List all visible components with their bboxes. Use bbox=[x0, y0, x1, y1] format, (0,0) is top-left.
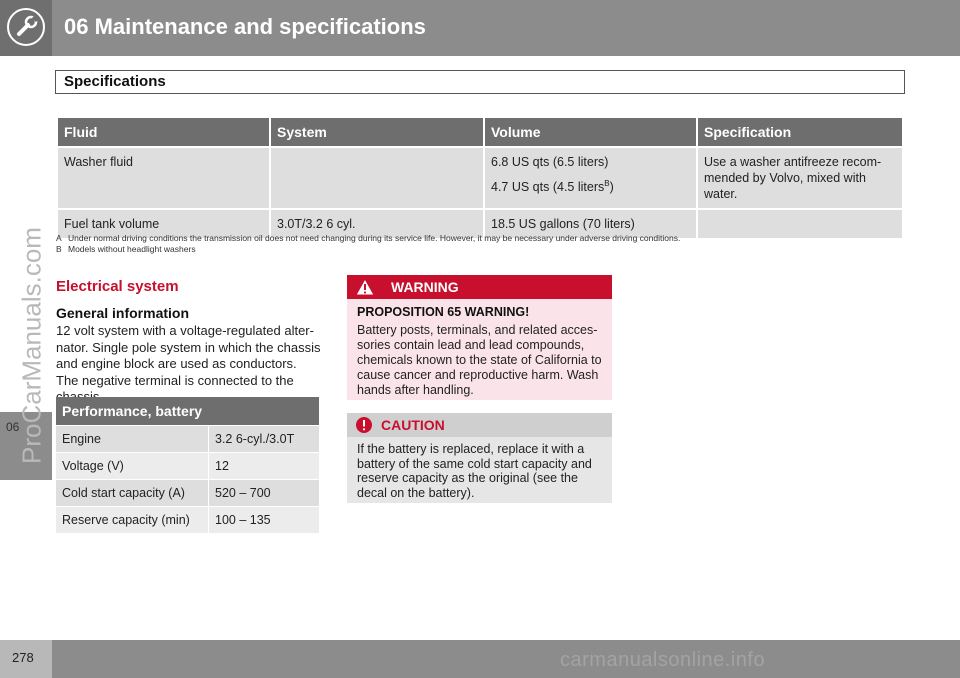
battery-row-label: Engine bbox=[56, 426, 208, 452]
page-number: 278 bbox=[12, 650, 34, 665]
caution-text: If the battery is replaced, replace it w… bbox=[357, 442, 592, 500]
warning-text: Battery posts, terminals, and related ac… bbox=[357, 323, 602, 397]
battery-row-label: Reserve capacity (min) bbox=[56, 507, 208, 533]
header-icon-box bbox=[0, 0, 52, 56]
general-information-heading: General information bbox=[56, 305, 190, 321]
cell-system bbox=[271, 148, 483, 208]
warning-box: WARNING PROPOSITION 65 WARNING! Battery … bbox=[347, 275, 612, 400]
section-title: Specifications bbox=[64, 73, 166, 90]
cell-specification: Use a washer antifreeze recom- mended by… bbox=[698, 148, 902, 208]
warning-header: WARNING bbox=[347, 275, 612, 299]
caution-header: CAUTION bbox=[347, 413, 612, 437]
battery-row-value: 3.2 6-cyl./3.0T bbox=[209, 426, 319, 452]
table-row: Engine 3.2 6-cyl./3.0T bbox=[56, 426, 319, 452]
cell-volume: 6.8 US qts (6.5 liters) 4.7 US qts (4.5 … bbox=[485, 148, 696, 208]
table-header-row: Fluid System Volume Specification bbox=[58, 118, 902, 146]
wrench-icon bbox=[7, 8, 45, 46]
footnote-a-text: Under normal driving conditions the tran… bbox=[68, 233, 681, 243]
table-row: Voltage (V) 12 bbox=[56, 453, 319, 479]
battery-row-label: Cold start capacity (A) bbox=[56, 480, 208, 506]
footnote-a: A Under normal driving conditions the tra… bbox=[56, 233, 680, 244]
footnote-a-letter: A bbox=[56, 233, 62, 243]
page-footer bbox=[0, 640, 960, 678]
battery-table-title: Performance, battery bbox=[56, 397, 319, 425]
column-header-system: System bbox=[271, 118, 483, 146]
battery-row-value: 520 – 700 bbox=[209, 480, 319, 506]
side-watermark: ProCarManuals.com bbox=[16, 227, 47, 464]
footnote-b-letter: B bbox=[56, 244, 62, 254]
column-header-specification: Specification bbox=[698, 118, 902, 146]
volume-line-1: 6.8 US qts (6.5 liters) bbox=[491, 155, 609, 169]
battery-performance-table: Performance, battery Engine 3.2 6-cyl./3… bbox=[55, 396, 320, 534]
caution-box: CAUTION If the battery is replaced, repl… bbox=[347, 413, 612, 503]
cell-specification bbox=[698, 210, 902, 238]
column-header-fluid: Fluid bbox=[58, 118, 269, 146]
battery-table-header-row: Performance, battery bbox=[56, 397, 319, 425]
table-row: Cold start capacity (A) 520 – 700 bbox=[56, 480, 319, 506]
footnote-b: B Models without headlight washers bbox=[56, 244, 680, 255]
general-information-text: 12 volt system with a voltage-regulated … bbox=[56, 323, 321, 404]
footnote-b-text: Models without headlight washers bbox=[68, 244, 196, 254]
volume-line-2: 4.7 US qts (4.5 litersB) bbox=[491, 176, 690, 195]
battery-row-label: Voltage (V) bbox=[56, 453, 208, 479]
warning-triangle-icon bbox=[355, 278, 375, 296]
footer-watermark: carmanualsonline.info bbox=[560, 649, 766, 671]
fluid-specs-table: Fluid System Volume Specification Washer… bbox=[56, 116, 904, 240]
battery-row-value: 12 bbox=[209, 453, 319, 479]
warning-subtitle: PROPOSITION 65 WARNING! bbox=[357, 305, 530, 319]
caution-label: CAUTION bbox=[381, 417, 445, 433]
volume-line-2-end: ) bbox=[609, 180, 614, 195]
table-row: Reserve capacity (min) 100 – 135 bbox=[56, 507, 319, 533]
section-heading-box: Specifications bbox=[55, 70, 905, 94]
electrical-system-heading: Electrical system bbox=[56, 278, 179, 295]
cell-fluid: Washer fluid bbox=[58, 148, 269, 208]
table-footnotes: A Under normal driving conditions the tra… bbox=[56, 233, 680, 255]
table-row: Washer fluid 6.8 US qts (6.5 liters) 4.7… bbox=[58, 148, 902, 208]
warning-label: WARNING bbox=[391, 279, 459, 295]
column-header-volume: Volume bbox=[485, 118, 696, 146]
exclamation-circle-icon bbox=[356, 417, 372, 433]
chapter-title: 06 Maintenance and specifications bbox=[64, 14, 426, 39]
battery-row-value: 100 – 135 bbox=[209, 507, 319, 533]
volume-line-2-text: 4.7 US qts (4.5 liters bbox=[491, 180, 605, 195]
